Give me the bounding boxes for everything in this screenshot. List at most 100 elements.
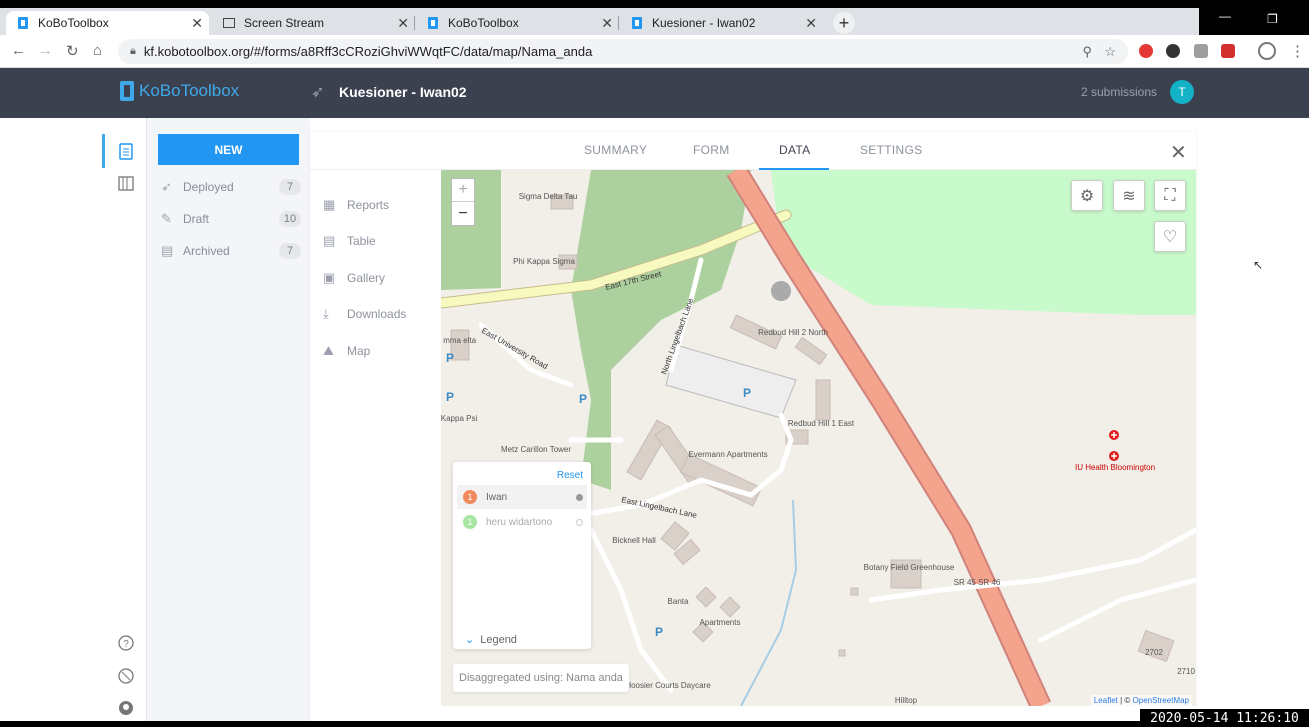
active-indicator: [102, 134, 105, 168]
nav-label: Map: [347, 344, 371, 358]
svg-text:Sigma Delta Tau: Sigma Delta Tau: [519, 192, 578, 201]
close-icon[interactable]: ✕: [1170, 140, 1187, 165]
kobotoolbox-logo[interactable]: KoBoToolbox: [120, 81, 239, 101]
legend-row-iwan[interactable]: 1 Iwan: [457, 485, 587, 509]
zoom-in-button[interactable]: +: [452, 179, 474, 202]
leaflet-link[interactable]: Leaflet: [1094, 696, 1118, 705]
sidebar-item-deployed[interactable]: ➶ Deployed 7: [161, 177, 301, 197]
extension-icon[interactable]: [1166, 44, 1180, 58]
layers-button[interactable]: ≋: [1113, 180, 1145, 211]
sidebar-item-label: Archived: [183, 244, 230, 258]
nav-label: Reports: [347, 198, 390, 212]
restore-icon[interactable]: ❐: [1267, 12, 1278, 26]
legend-row-heru[interactable]: 1 heru widartono: [457, 510, 587, 534]
menu-icon[interactable]: ⋮: [1290, 42, 1305, 60]
svg-text:Redbud Hill 1 East: Redbud Hill 1 East: [788, 419, 855, 428]
svg-text:P: P: [446, 351, 454, 365]
extension-icon[interactable]: [1139, 44, 1153, 58]
kobo-favicon-icon: [17, 17, 29, 29]
map-view[interactable]: P P P P P Sigma Delta Tau Phi Kappa Sigma R…: [441, 170, 1196, 706]
camera-icon[interactable]: [1194, 44, 1208, 58]
svg-text:P: P: [446, 390, 454, 404]
data-nav-reports[interactable]: ▦ Reports: [323, 197, 389, 213]
tab-form[interactable]: FORM: [693, 143, 730, 157]
archive-icon: ▤: [161, 243, 174, 258]
gallery-icon: ▣: [323, 270, 336, 285]
sidebar-item-archived[interactable]: ▤ Archived 7: [161, 241, 301, 261]
address-bar[interactable]: 🔒︎ kf.kobotoolbox.org/#/forms/a8Rff3cCRo…: [118, 39, 1128, 64]
download-icon: ⤓: [323, 306, 329, 321]
svg-text:2710: 2710: [1177, 667, 1195, 676]
back-arrow-icon[interactable]: ←: [11, 42, 26, 59]
tab-data[interactable]: DATA: [779, 143, 810, 157]
osm-link[interactable]: OpenStreetMap: [1133, 696, 1189, 705]
svg-text:Redbud Hill 2 North: Redbud Hill 2 North: [758, 328, 828, 337]
svg-text:Kappa Psi: Kappa Psi: [441, 414, 477, 423]
kobo-favicon-icon: [631, 17, 643, 29]
language-icon[interactable]: [117, 667, 135, 685]
chevron-down-icon: ⌄: [465, 634, 475, 646]
reset-link[interactable]: Reset: [557, 470, 583, 481]
sidebar-item-label: Draft: [183, 212, 210, 226]
count-badge: 7: [279, 243, 301, 259]
tab-title: KoBoToolbox: [38, 16, 109, 30]
fullscreen-button[interactable]: ⛶: [1154, 180, 1186, 211]
sidebar-item-draft[interactable]: ✎ Draft 10: [161, 209, 301, 229]
svg-text:Banta: Banta: [668, 597, 689, 606]
zoom-out-button[interactable]: −: [452, 202, 474, 225]
close-tab-icon[interactable]: ✕: [191, 15, 203, 32]
tab-settings[interactable]: SETTINGS: [860, 143, 922, 157]
close-tab-icon[interactable]: ✕: [601, 15, 613, 32]
count-badge: 7: [279, 179, 301, 195]
legend-toggle[interactable]: ⌄ Legend: [465, 633, 517, 646]
avatar[interactable]: T: [1170, 80, 1194, 104]
browser-tab-screen-stream[interactable]: Screen Stream ✕: [212, 11, 415, 35]
svg-text:?: ?: [123, 639, 129, 650]
draft-icon: ✎: [161, 211, 172, 226]
bookmark-star-icon[interactable]: ☆: [1104, 44, 1116, 60]
tab-title: KoBoToolbox: [448, 16, 519, 30]
reload-icon[interactable]: ↻: [66, 42, 79, 60]
search-icon[interactable]: ⚲: [1082, 44, 1092, 60]
svg-text:Hilltop: Hilltop: [895, 696, 918, 705]
data-nav-downloads[interactable]: ⤓ Downloads: [323, 306, 406, 322]
legend-count: 1: [463, 490, 477, 504]
new-button[interactable]: NEW: [158, 134, 299, 165]
home-icon[interactable]: ⌂: [93, 42, 102, 59]
extension-icon[interactable]: [1221, 44, 1235, 58]
zoom-control: + −: [451, 178, 475, 226]
data-nav-map[interactable]: ⛰ Map: [323, 343, 370, 359]
svg-text:P: P: [579, 392, 587, 406]
browser-tab-kobotoolbox-1[interactable]: KoBoToolbox ✕: [6, 11, 209, 35]
new-tab-button[interactable]: +: [833, 12, 855, 34]
browser-tab-kobotoolbox-2[interactable]: KoBoToolbox ✕: [416, 11, 619, 35]
lock-icon: 🔒︎: [130, 45, 136, 57]
data-nav-gallery[interactable]: ▣ Gallery: [323, 270, 385, 286]
tab-bar: KoBoToolbox ✕ Screen Stream ✕ KoBoToolbo…: [0, 8, 1309, 35]
minimize-icon[interactable]: —: [1219, 9, 1231, 23]
svg-text:East University Road: East University Road: [480, 326, 549, 371]
nav-label: Gallery: [347, 271, 386, 285]
data-nav: ▦ Reports ▤ Table ▣ Gallery ⤓ Downloads ⛰ Map: [310, 170, 441, 721]
profile-icon[interactable]: [1258, 42, 1276, 60]
data-nav-table[interactable]: ▤ Table: [323, 233, 376, 249]
library-icon[interactable]: [117, 174, 135, 192]
svg-text:Hoosier Courts Daycare: Hoosier Courts Daycare: [625, 681, 711, 690]
forward-arrow-icon[interactable]: →: [38, 42, 53, 59]
project-sidebar: NEW ➶ Deployed 7 ✎ Draft 10 ▤ Archived 7: [147, 118, 310, 721]
toggle-dot[interactable]: [576, 493, 583, 501]
svg-text:Metz Carillon Tower: Metz Carillon Tower: [501, 445, 571, 454]
help-icon[interactable]: ?: [117, 634, 135, 652]
heatmap-button[interactable]: ♡: [1154, 221, 1186, 252]
map-settings-button[interactable]: ⚙: [1071, 180, 1103, 211]
forms-icon[interactable]: [117, 142, 135, 160]
toggle-dot[interactable]: [576, 518, 583, 526]
svg-text:2702: 2702: [1145, 648, 1163, 657]
svg-text:SR 45 SR 46: SR 45 SR 46: [954, 578, 1001, 587]
cast-icon: [223, 17, 235, 29]
close-tab-icon[interactable]: ✕: [805, 15, 817, 32]
browser-tab-kuesioner[interactable]: Kuesioner - Iwan02 ✕: [620, 11, 823, 35]
tab-summary[interactable]: SUMMARY: [584, 143, 647, 157]
close-tab-icon[interactable]: ✕: [397, 15, 409, 32]
github-icon[interactable]: [117, 699, 135, 717]
